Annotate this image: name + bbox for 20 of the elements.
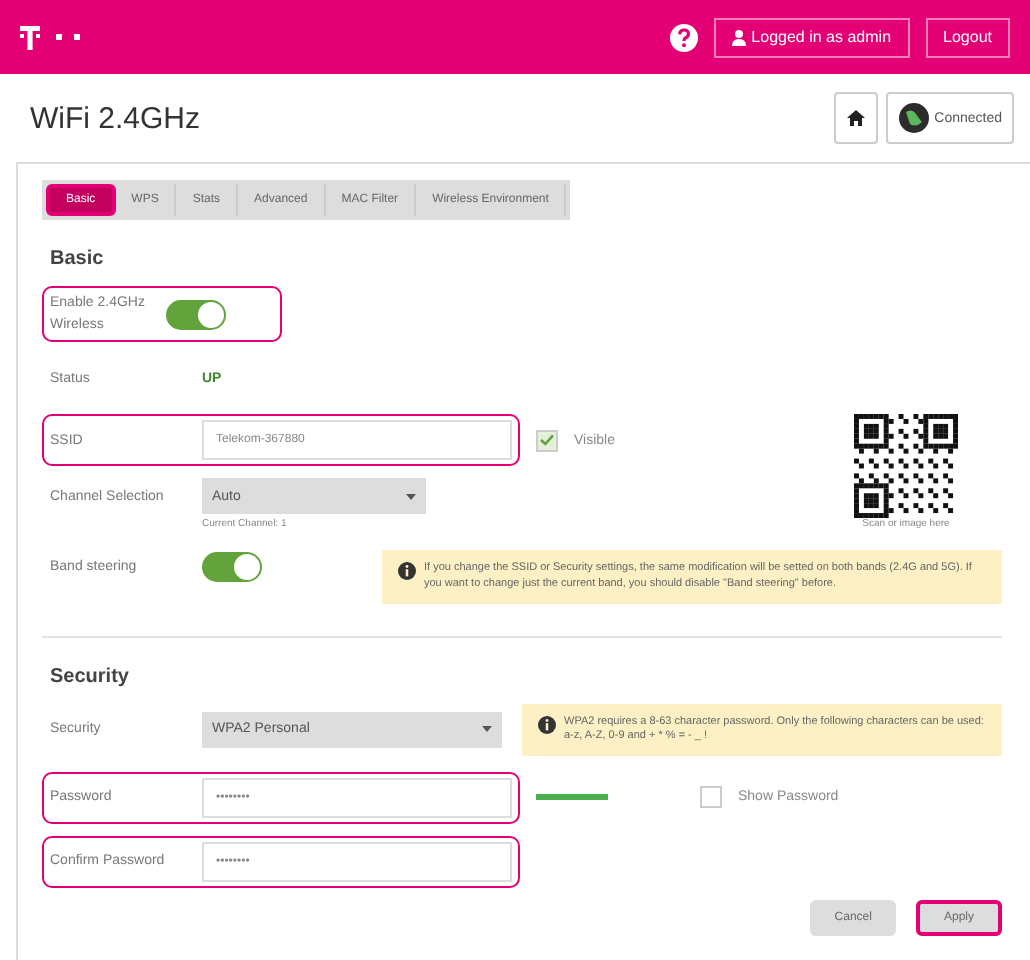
qr-code-icon (854, 414, 958, 519)
toggle-switch[interactable] (166, 299, 226, 330)
caret-icon (482, 726, 492, 733)
section-heading: Basic (50, 248, 106, 270)
person-icon (731, 29, 746, 45)
globe-icon (898, 102, 931, 134)
toggle-switch[interactable] (202, 551, 262, 582)
checkbox[interactable] (536, 429, 558, 452)
checkbox[interactable] (700, 786, 722, 809)
user-button[interactable]: Logged in as admin (713, 17, 910, 57)
help-icon[interactable] (669, 23, 698, 51)
caret-icon (406, 493, 416, 500)
logout-button[interactable]: Logout (925, 17, 1010, 57)
check-icon (540, 434, 554, 447)
info-icon (398, 562, 416, 581)
info-icon (538, 715, 556, 734)
home-icon (846, 108, 867, 128)
page-title: WiFi 2.4GHz (30, 101, 203, 135)
home-button[interactable] (834, 92, 879, 144)
section-heading: Security (50, 665, 131, 688)
